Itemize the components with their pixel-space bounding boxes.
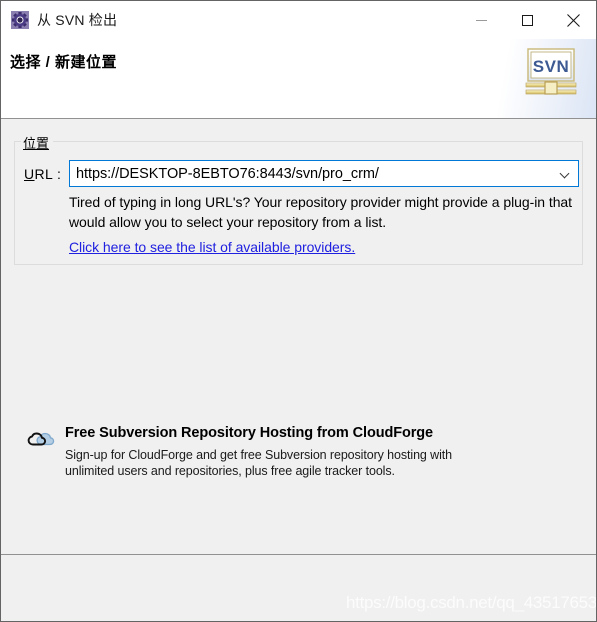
maximize-icon: [521, 14, 533, 26]
wizard-header: 选择 / 新建位置 SVN: [1, 39, 596, 119]
url-label-rest: RL :: [34, 165, 62, 182]
url-dropdown-button[interactable]: [552, 161, 578, 186]
url-label: URL :: [24, 166, 69, 182]
minimize-button[interactable]: [458, 1, 504, 39]
minimize-icon: [475, 19, 487, 21]
window-controls: [458, 1, 596, 39]
close-button[interactable]: [550, 1, 596, 39]
url-hint-text: Tired of typing in long URL's? Your repo…: [69, 194, 573, 230]
location-group-label-text: 位置: [23, 136, 50, 151]
url-label-accel: U: [24, 165, 35, 182]
cloudforge-promo-title: Free Subversion Repository Hosting from …: [65, 425, 434, 441]
page-title: 选择 / 新建位置: [10, 54, 118, 71]
chevron-down-icon: [561, 169, 570, 178]
title-bar: 从 SVN 检出: [1, 1, 596, 39]
url-input[interactable]: https://DESKTOP-8EBTO76:8443/svn/pro_crm…: [70, 166, 552, 182]
maximize-button[interactable]: [504, 1, 550, 39]
location-group-label: 位置: [21, 133, 54, 152]
dialog-footer: ? < Back Next > Finish Cancel: [1, 555, 596, 621]
cloud-icon: [27, 428, 57, 449]
svn-checkout-dialog: 从 SVN 检出 选择 / 新建位置 SVN 位置 URL: https://…: [0, 0, 597, 622]
window-title: 从 SVN 检出: [37, 12, 118, 28]
svn-repository-logo-icon: SVN: [524, 47, 578, 97]
available-providers-link[interactable]: Click here to see the list of available …: [69, 239, 355, 255]
svg-text:SVN: SVN: [533, 57, 569, 76]
svn-gear-icon: [11, 11, 29, 29]
close-icon: [566, 13, 580, 27]
url-row: URL : https://DESKTOP-8EBTO76:8443/svn/p…: [24, 160, 580, 187]
cloudforge-promo-body: Sign-up for CloudForge and get free Subv…: [65, 448, 452, 478]
url-combo-box[interactable]: https://DESKTOP-8EBTO76:8443/svn/pro_crm…: [69, 160, 579, 187]
